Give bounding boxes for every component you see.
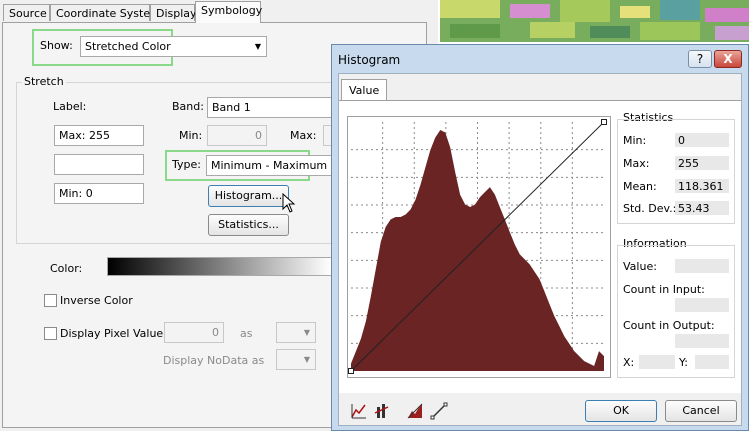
stretch-group-title: Stretch	[22, 75, 66, 88]
band-dropdown[interactable]: Band 1	[207, 97, 333, 118]
label-mid-field[interactable]	[54, 154, 144, 175]
info-count-input-box	[675, 298, 729, 312]
info-count-output-label: Count in Output:	[623, 319, 715, 332]
ok-button[interactable]: OK	[585, 400, 657, 422]
stat-max-label: Max:	[623, 157, 650, 170]
tab-source[interactable]: Source	[3, 4, 50, 21]
stat-min-label: Min:	[623, 134, 647, 147]
min-label: Min:	[179, 129, 203, 142]
stat-max-box: 255	[675, 156, 729, 170]
inverse-color-label: Inverse Color	[60, 294, 133, 307]
max-label: Max:	[290, 129, 317, 142]
stat-mean-label: Mean:	[623, 180, 657, 193]
show-dropdown[interactable]: Stretched Color ▼	[80, 36, 267, 57]
band-label: Band:	[172, 100, 204, 113]
histogram-window: Histogram ? X Value Statistics Min: 0 Ma…	[331, 44, 749, 431]
tab-symbology[interactable]: Symbology	[195, 1, 262, 23]
info-value-label: Value:	[623, 260, 657, 273]
histogram-button[interactable]: Histogram...	[208, 185, 289, 207]
stretch-curve-icon[interactable]	[405, 401, 425, 421]
map-view	[440, 0, 749, 42]
display-pixel-value-label: Display Pixel Value	[60, 327, 164, 340]
histogram-client-area: Value Statistics Min: 0 Max: 255 Mean: 1…	[338, 73, 742, 426]
show-value: Stretched Color	[85, 40, 171, 53]
pixel-value-field: 0	[164, 322, 224, 343]
cancel-button[interactable]: Cancel	[665, 400, 737, 422]
chevron-down-icon: ▼	[303, 355, 310, 364]
type-value: Minimum - Maximum	[211, 159, 328, 172]
tab-bar: Source Coordinate System Display Symbolo…	[0, 0, 438, 23]
band-value: Band 1	[212, 101, 251, 114]
stat-stddev-value: 53.43	[678, 202, 710, 215]
stat-stddev-box: 53.43	[675, 201, 729, 215]
pixel-color-dropdown: ▼	[276, 322, 316, 343]
color-ramp[interactable]	[107, 257, 332, 276]
tab-value[interactable]: Value	[341, 79, 387, 101]
diagonal-line-icon[interactable]	[429, 401, 449, 421]
histogram-area	[351, 130, 604, 371]
tab-coordinate-system[interactable]: Coordinate System	[50, 4, 161, 21]
chart-line-icon[interactable]	[349, 401, 369, 421]
label-max-field[interactable]: Max: 255	[54, 125, 144, 146]
info-y-box	[695, 355, 729, 369]
min-value-field: 0	[207, 125, 267, 146]
stat-mean-box: 118.361	[675, 179, 729, 193]
label-header: Label:	[53, 100, 87, 113]
stat-max-value: 255	[678, 157, 699, 170]
label-min-field[interactable]: Min: 0	[54, 183, 144, 204]
info-x-label: X:	[623, 356, 635, 369]
as-label: as	[240, 327, 253, 340]
histogram-chart[interactable]	[347, 116, 611, 378]
display-pixel-value-checkbox[interactable]	[44, 327, 57, 340]
histogram-title: Histogram	[338, 53, 401, 67]
map-raster-image	[440, 0, 749, 42]
help-button[interactable]: ?	[688, 50, 712, 68]
color-label: Color:	[50, 262, 83, 275]
chevron-down-icon: ▼	[303, 328, 310, 337]
type-label: Type:	[172, 158, 201, 171]
stat-min-box: 0	[675, 133, 729, 147]
statistics-button[interactable]: Statistics...	[208, 214, 289, 236]
stat-min-value: 0	[678, 134, 685, 147]
type-dropdown[interactable]: Minimum - Maximum	[206, 155, 334, 176]
tab-display[interactable]: Display	[150, 4, 197, 21]
nodata-color-dropdown: ▼	[276, 349, 316, 370]
histogram-titlebar[interactable]: Histogram ? X	[332, 45, 748, 73]
stat-mean-value: 118.361	[678, 180, 724, 193]
inverse-color-checkbox[interactable]	[44, 294, 57, 307]
info-count-input-label: Count in Input:	[623, 283, 705, 296]
stretch-max-handle[interactable]	[601, 119, 607, 125]
close-button[interactable]: X	[714, 50, 742, 68]
stat-stddev-label: Std. Dev.:	[623, 202, 677, 215]
info-y-label: Y:	[679, 356, 688, 369]
info-value-box	[675, 259, 729, 273]
nodata-label: Display NoData as	[163, 354, 265, 367]
info-count-output-box	[675, 334, 729, 348]
chart-bars-icon[interactable]	[372, 401, 392, 421]
cursor-icon	[282, 193, 296, 213]
info-x-box	[639, 355, 675, 369]
tab-value-label: Value	[349, 84, 380, 97]
show-label: Show:	[40, 39, 73, 52]
histogram-plot	[348, 119, 607, 374]
chevron-down-icon: ▼	[254, 42, 261, 51]
stretch-min-handle[interactable]	[348, 368, 354, 374]
